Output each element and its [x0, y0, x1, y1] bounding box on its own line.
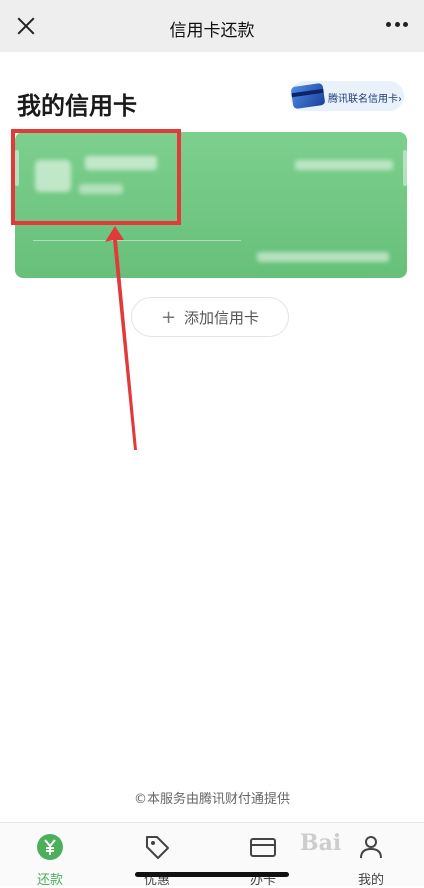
- service-provider-text: ©本服务由腾讯财付通提供: [133, 792, 290, 807]
- top-bar: 信用卡还款: [0, 0, 424, 52]
- card-divider: [33, 240, 241, 241]
- card-icon: [250, 838, 276, 857]
- credit-card-icon: [290, 82, 326, 110]
- yuan-icon: [37, 834, 63, 860]
- chevron-right-icon: ›: [398, 94, 402, 105]
- card-info-blurred: [257, 252, 389, 262]
- tab-label: 还款: [36, 873, 63, 888]
- user-icon: [360, 836, 382, 859]
- tab-offers[interactable]: 优惠: [117, 833, 197, 888]
- my-cards-heading: 我的信用卡: [17, 92, 137, 120]
- tab-apply-card[interactable]: 办卡: [223, 833, 303, 888]
- tab-mine[interactable]: 我的: [331, 833, 411, 888]
- add-card-label: 添加信用卡: [184, 308, 260, 327]
- tab-repay[interactable]: 还款: [10, 833, 90, 888]
- annotation-highlight-box: [11, 129, 181, 225]
- promo-banner[interactable]: 腾讯联名信用卡›: [290, 81, 404, 111]
- add-card-button[interactable]: + 添加信用卡: [131, 297, 289, 337]
- card-number-blurred: [295, 160, 393, 170]
- page-title: 信用卡还款: [169, 21, 255, 41]
- plus-icon: +: [160, 306, 177, 328]
- home-indicator: [135, 872, 289, 877]
- tab-label: 我的: [357, 873, 384, 888]
- tag-icon: [146, 836, 169, 859]
- card-edge-right: [403, 150, 407, 186]
- watermark: Bai: [300, 830, 342, 856]
- promo-label: 腾讯联名信用卡: [328, 94, 398, 105]
- more-icon[interactable]: [386, 22, 408, 28]
